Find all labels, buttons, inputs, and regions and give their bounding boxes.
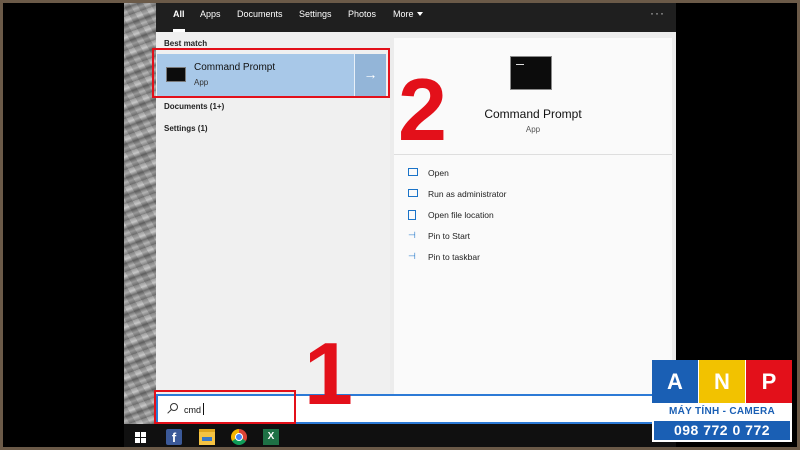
more-options-icon[interactable]: ···: [650, 6, 665, 20]
logo-phone: 098 772 0 772: [654, 421, 790, 440]
chrome-icon[interactable]: [231, 429, 247, 445]
logo-tagline: MÁY TÍNH - CAMERA: [668, 406, 776, 417]
best-match-heading: Best match: [164, 39, 208, 48]
step-number-2: 2: [398, 60, 447, 159]
tab-apps[interactable]: Apps: [200, 0, 221, 32]
search-filter-bar: All Apps Documents Settings Photos More …: [156, 0, 676, 32]
logo-letter-p: P: [746, 360, 792, 403]
facebook-icon[interactable]: f: [166, 429, 182, 445]
file-explorer-icon[interactable]: [199, 429, 215, 445]
category-documents[interactable]: Documents (1+): [164, 102, 224, 111]
highlight-best-match: [152, 48, 390, 98]
brand-logo: A N P MÁY TÍNH - CAMERA 098 772 0 772: [652, 360, 792, 442]
logo-letter-a: A: [652, 360, 698, 403]
logo-letter-n: N: [699, 360, 745, 403]
tab-settings[interactable]: Settings: [299, 0, 332, 32]
windows-start-icon[interactable]: [135, 432, 146, 443]
tab-documents[interactable]: Documents: [237, 0, 283, 32]
category-settings[interactable]: Settings (1): [164, 124, 208, 133]
chevron-down-icon: [416, 12, 423, 16]
step-number-1: 1: [304, 324, 353, 423]
pin-icon: ⊣: [408, 251, 416, 261]
excel-icon[interactable]: X: [263, 429, 279, 445]
file-location-icon: [408, 210, 416, 220]
admin-icon: [408, 189, 418, 197]
highlight-search-box: [154, 390, 296, 424]
taskbar: f X: [124, 424, 676, 450]
tab-all[interactable]: All: [173, 0, 185, 32]
tab-photos[interactable]: Photos: [348, 0, 376, 32]
open-icon: [408, 168, 418, 176]
tab-more[interactable]: More: [393, 0, 423, 32]
pin-icon: ⊣: [408, 230, 416, 240]
terminal-icon: [510, 56, 552, 90]
desktop-background-left: [0, 0, 124, 450]
